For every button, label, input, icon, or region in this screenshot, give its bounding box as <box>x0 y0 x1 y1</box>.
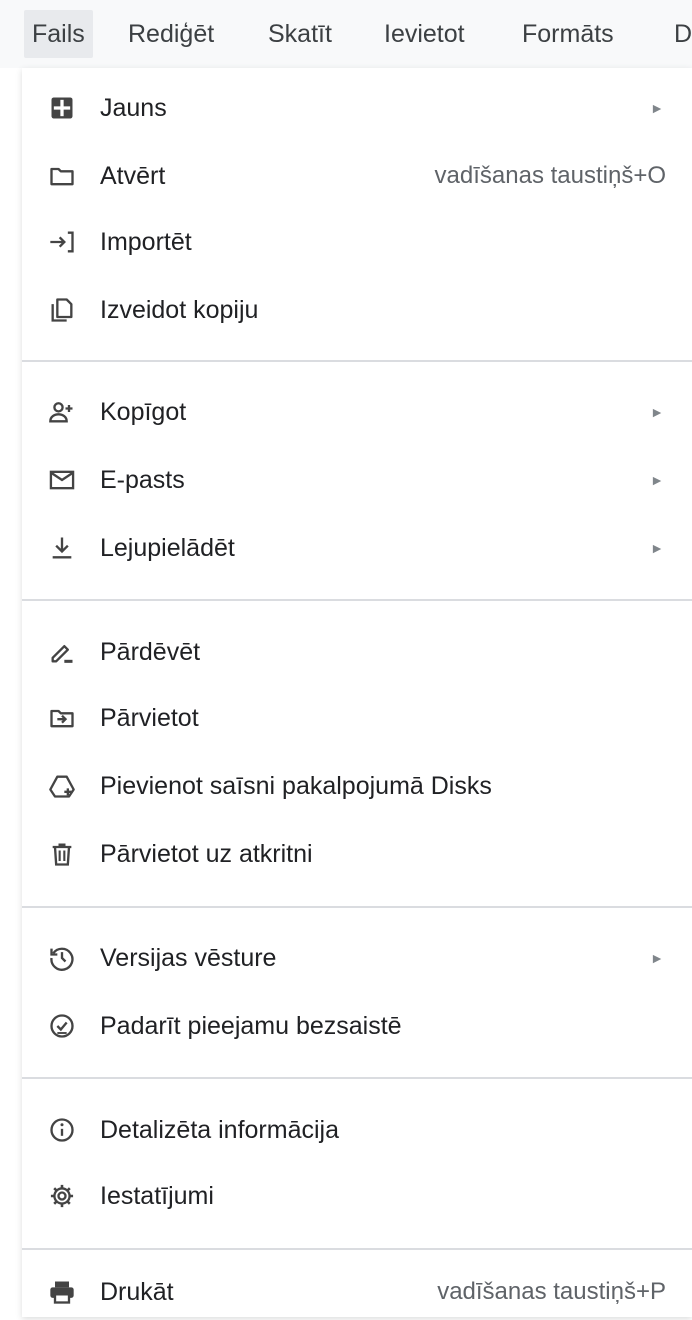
menu-separator <box>22 906 692 908</box>
download-icon <box>46 532 78 564</box>
move-folder-icon <box>46 702 78 734</box>
menu-item-label: Kopīgot <box>100 398 187 426</box>
file-menu-dropdown: Jauns ► Atvērt vadīšanas taustiņš+O Impo… <box>22 68 692 1317</box>
menu-fails[interactable]: Fails <box>24 10 93 58</box>
menu-item-label: Iestatījumi <box>100 1182 214 1210</box>
menu-item-label: Lejupielādēt <box>100 534 235 562</box>
info-icon <box>46 1114 78 1146</box>
trash-icon <box>46 838 78 870</box>
menu-item-label: Pārdēvēt <box>100 638 201 666</box>
submenu-arrow-icon: ► <box>650 472 664 488</box>
menu-separator <box>22 360 692 362</box>
menu-item-new[interactable]: Jauns ► <box>22 80 692 136</box>
import-icon <box>46 226 78 258</box>
copy-icon <box>46 294 78 326</box>
menu-item-move-to-trash[interactable]: Pārvietot uz atkritni <box>22 826 692 882</box>
menu-item-settings[interactable]: Iestatījumi <box>22 1168 692 1224</box>
menu-separator <box>22 1077 692 1079</box>
menu-item-make-copy[interactable]: Izveidot kopiju <box>22 282 692 338</box>
shortcut-label: vadīšanas taustiņš+P <box>437 1278 666 1305</box>
menu-item-details[interactable]: Detalizēta informācija <box>22 1102 692 1158</box>
menu-separator <box>22 599 692 601</box>
submenu-arrow-icon: ► <box>650 540 664 556</box>
menu-separator <box>22 1248 692 1250</box>
menu-skatit[interactable]: Skatīt <box>260 10 340 58</box>
menu-item-version-history[interactable]: Versijas vēsture ► <box>22 930 692 986</box>
new-document-icon <box>46 92 78 124</box>
menu-bar: Fails Rediģēt Skatīt Ievietot Formāts D <box>0 0 692 68</box>
submenu-arrow-icon: ► <box>650 404 664 420</box>
offline-check-icon <box>46 1010 78 1042</box>
menu-item-label: Drukāt <box>100 1278 174 1306</box>
menu-item-label: Importēt <box>100 228 192 256</box>
shortcut-label: vadīšanas taustiņš+O <box>434 162 666 189</box>
printer-icon <box>46 1276 78 1308</box>
menu-item-share[interactable]: Kopīgot ► <box>22 384 692 440</box>
menu-item-label: Padarīt pieejamu bezsaistē <box>100 1012 402 1040</box>
menu-item-rename[interactable]: Pārdēvēt <box>22 624 692 680</box>
menu-item-import[interactable]: Importēt <box>22 214 692 270</box>
menu-item-label: Versijas vēsture <box>100 944 277 972</box>
menu-item-label: Izveidot kopiju <box>100 296 259 324</box>
menu-item-download[interactable]: Lejupielādēt ► <box>22 520 692 576</box>
menu-item-move[interactable]: Pārvietot <box>22 690 692 746</box>
menu-item-label: E-pasts <box>100 466 185 494</box>
menu-item-email[interactable]: E-pasts ► <box>22 452 692 508</box>
submenu-arrow-icon: ► <box>650 950 664 966</box>
menu-item-print[interactable]: Drukāt vadīšanas taustiņš+P <box>22 1264 692 1320</box>
menu-item-label: Atvērt <box>100 162 166 190</box>
rename-pencil-icon <box>46 636 78 668</box>
menu-redigget[interactable]: Rediģēt <box>120 10 222 58</box>
menu-item-label: Pārvietot <box>100 704 199 732</box>
share-person-add-icon <box>46 396 78 428</box>
submenu-arrow-icon: ► <box>650 100 664 116</box>
menu-item-label: Pievienot saīsni pakalpojumā Disks <box>100 772 492 800</box>
menu-item-label: Pārvietot uz atkritni <box>100 840 313 868</box>
drive-shortcut-icon <box>46 770 78 802</box>
mail-icon <box>46 464 78 496</box>
menu-formats[interactable]: Formāts <box>514 10 622 58</box>
gear-icon <box>46 1180 78 1212</box>
menu-item-label: Detalizēta informācija <box>100 1116 339 1144</box>
menu-item-label: Jauns <box>100 94 167 122</box>
menu-item-make-available-offline[interactable]: Padarīt pieejamu bezsaistē <box>22 998 692 1054</box>
menu-d-truncated[interactable]: D <box>666 10 692 58</box>
menu-ievietot[interactable]: Ievietot <box>376 10 473 58</box>
menu-item-open[interactable]: Atvērt vadīšanas taustiņš+O <box>22 148 692 204</box>
folder-icon <box>46 160 78 192</box>
history-icon <box>46 942 78 974</box>
menu-item-add-shortcut-drive[interactable]: Pievienot saīsni pakalpojumā Disks <box>22 758 692 814</box>
